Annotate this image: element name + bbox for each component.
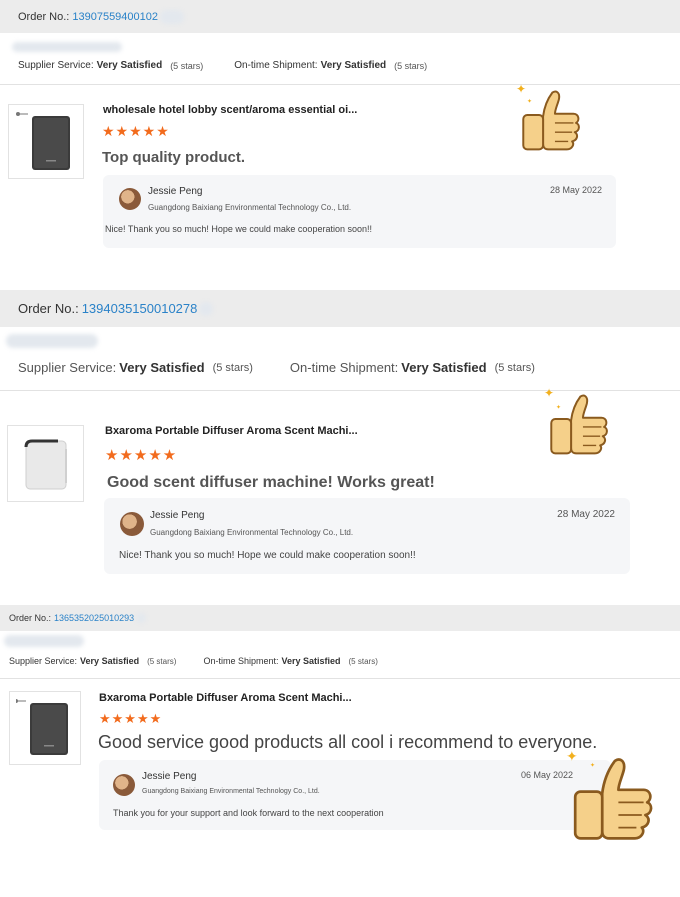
- product-title[interactable]: wholesale hotel lobby scent/aroma essent…: [103, 104, 357, 116]
- supplier-service-value: Very Satisfied: [96, 60, 163, 71]
- thumbs-up-icon: [550, 394, 608, 455]
- star-rating: ★★★★★: [102, 123, 170, 139]
- order-no-label: Order No.:: [18, 301, 79, 316]
- redacted-text: [160, 9, 185, 24]
- product-thumbnail[interactable]: [7, 425, 84, 502]
- diffuser-image: [16, 699, 68, 755]
- redacted-buyer-name: [4, 635, 84, 647]
- order-header: Order No.: 1365352025010293: [0, 605, 680, 631]
- divider: [0, 678, 680, 679]
- shipment-label: On-time Shipment:: [203, 656, 279, 666]
- supplier-service-value: Very Satisfied: [80, 656, 140, 666]
- product-thumbnail[interactable]: [9, 691, 81, 765]
- redacted-buyer-name: [12, 42, 122, 52]
- reply-company: Guangdong Baixiang Environmental Technol…: [150, 528, 354, 537]
- seller-reply: Jessie Peng Guangdong Baixiang Environme…: [99, 760, 611, 830]
- reply-message: Thank you for your support and look forw…: [113, 808, 384, 818]
- reply-message: Nice! Thank you so much! Hope we could m…: [105, 224, 372, 234]
- avatar: [119, 188, 141, 210]
- review-text: Good service good products all cool i re…: [98, 732, 598, 752]
- order-number-link[interactable]: 1394035150010278: [82, 301, 198, 316]
- order-header: Order No.: 13907559400102: [0, 0, 680, 33]
- product-title[interactable]: Bxaroma Portable Diffuser Aroma Scent Ma…: [99, 692, 352, 704]
- reply-date: 06 May 2022: [521, 770, 574, 780]
- divider: [0, 84, 680, 85]
- shipment-label: On-time Shipment:: [289, 360, 399, 375]
- redacted-buyer-name: [6, 334, 98, 348]
- supplier-service-label: Supplier Service:: [18, 60, 94, 71]
- reply-name: Jessie Peng: [150, 510, 205, 521]
- shipment-stars-note: (5 stars): [348, 656, 378, 666]
- rating-row: Supplier Service: Very Satisfied (5 star…: [9, 656, 378, 666]
- reply-name: Jessie Peng: [142, 771, 197, 782]
- shipment-label: On-time Shipment:: [234, 60, 318, 71]
- supplier-service-label: Supplier Service:: [18, 360, 117, 375]
- diffuser-image: [16, 111, 70, 170]
- review-text: Top quality product.: [102, 149, 246, 166]
- rating-row: Supplier Service: Very Satisfied (5 star…: [18, 60, 427, 71]
- shipment-stars-note: (5 stars): [394, 60, 428, 71]
- shipment-value: Very Satisfied: [401, 360, 487, 375]
- thumbs-up-icon: [522, 90, 580, 151]
- avatar: [120, 512, 144, 536]
- order-no-label: Order No.:: [18, 10, 70, 23]
- diffuser-image: [24, 439, 67, 489]
- supplier-stars-note: (5 stars): [170, 60, 204, 71]
- star-rating: ★★★★★: [99, 711, 163, 726]
- order-number-link[interactable]: 1365352025010293: [54, 613, 134, 623]
- reply-name: Jessie Peng: [148, 186, 203, 197]
- redacted-text: [199, 301, 214, 316]
- review-text: Good scent diffuser machine! Works great…: [107, 474, 435, 491]
- seller-reply: Jessie Peng Guangdong Baixiang Environme…: [104, 498, 630, 574]
- avatar: [113, 774, 135, 796]
- supplier-stars-note: (5 stars): [147, 656, 177, 666]
- reply-date: 28 May 2022: [557, 509, 615, 520]
- star-rating: ★★★★★: [105, 447, 178, 464]
- shipment-stars-note: (5 stars): [494, 361, 535, 374]
- reply-message: Nice! Thank you so much! Hope we could m…: [119, 550, 416, 561]
- supplier-stars-note: (5 stars): [212, 361, 253, 374]
- thumbs-up-icon: [573, 758, 653, 840]
- order-number-link[interactable]: 13907559400102: [72, 11, 158, 23]
- shipment-value: Very Satisfied: [320, 60, 387, 71]
- shipment-value: Very Satisfied: [281, 656, 341, 666]
- order-no-label: Order No.:: [9, 613, 52, 623]
- redacted-text: [136, 613, 147, 623]
- product-title[interactable]: Bxaroma Portable Diffuser Aroma Scent Ma…: [105, 425, 358, 437]
- rating-row: Supplier Service: Very Satisfied (5 star…: [18, 360, 535, 375]
- supplier-service-value: Very Satisfied: [119, 360, 205, 375]
- reply-company: Guangdong Baixiang Environmental Technol…: [142, 788, 320, 795]
- product-thumbnail[interactable]: [8, 104, 84, 179]
- reply-date: 28 May 2022: [549, 185, 602, 195]
- seller-reply: Jessie Peng Guangdong Baixiang Environme…: [103, 175, 616, 248]
- reply-company: Guangdong Baixiang Environmental Technol…: [148, 203, 352, 212]
- supplier-service-label: Supplier Service:: [9, 656, 78, 666]
- order-header: Order No.: 1394035150010278: [0, 290, 680, 327]
